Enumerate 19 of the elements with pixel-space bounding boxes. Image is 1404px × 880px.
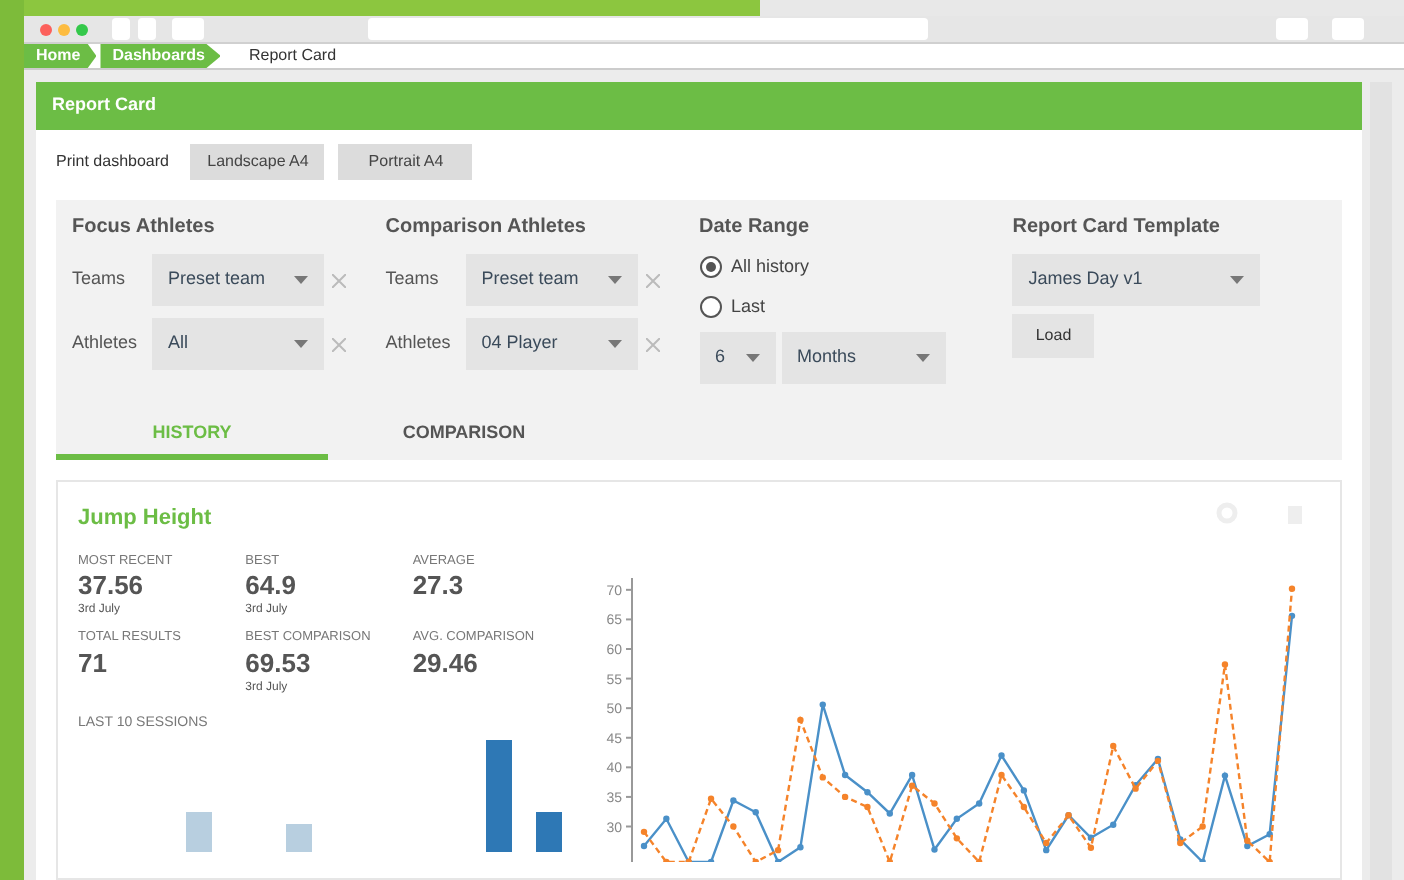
stat-value: 27.3 [412,570,466,603]
radio-label: Last [731,293,766,319]
field-label: Teams [72,266,128,293]
stat-value: 69.53 [245,648,313,680]
group-title: Report Card Template [1012,214,1222,242]
group-title: Comparison Athletes [385,214,588,242]
group-title: Date Range [699,214,812,242]
print-label: Print dashboard [56,150,169,174]
field-label: Teams [385,266,441,293]
group-title: Focus Athletes [72,214,217,242]
stat-value: 37.56 [78,570,146,603]
field-label: Athletes [72,330,140,357]
card-title: Jump Height [78,504,214,534]
stat-value: 29.46 [412,648,480,680]
stat-value: 71 [78,648,109,680]
page-title: Report Card [52,92,157,119]
field-label: Athletes [385,330,453,357]
radio-label: All history [731,254,810,280]
stat-value: 64.9 [245,570,298,603]
